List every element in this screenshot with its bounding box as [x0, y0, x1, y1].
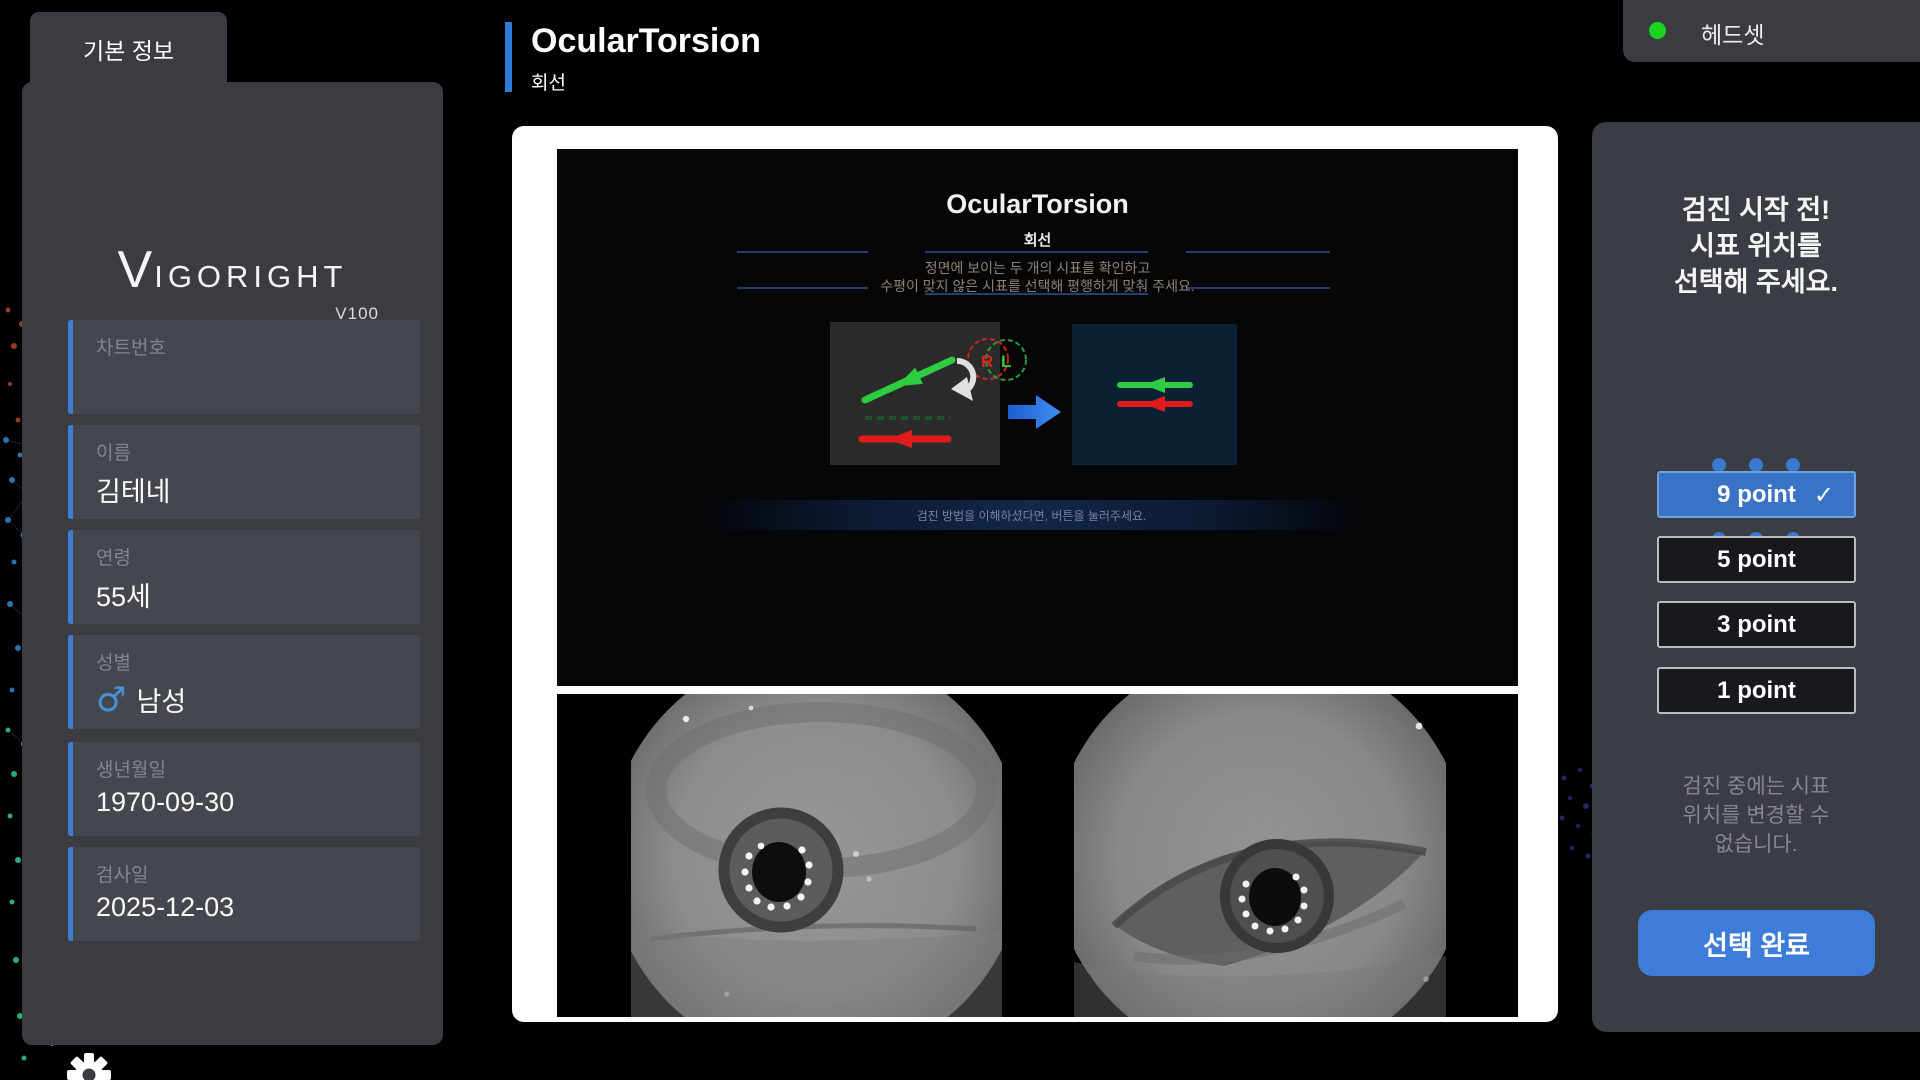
field-label: 차트번호 [96, 333, 166, 360]
field-value: 김테네 [96, 470, 171, 509]
headset-connected-indicator [1649, 22, 1666, 39]
panel-heading-line3: 선택해 주세요. [1592, 260, 1920, 299]
point-option-1[interactable]: 1 point [1657, 667, 1856, 714]
field-value: 남성 [136, 680, 186, 719]
field-accent-bar [68, 530, 73, 624]
panel-note-line1: 검진 중에는 시표 [1592, 770, 1920, 800]
field-accent-bar [68, 847, 73, 941]
eye-camera-block [557, 694, 1518, 1017]
right-eye-camera-view [631, 694, 1002, 1017]
panel-note-line3: 없습니다. [1592, 828, 1920, 858]
panel-note-line2: 위치를 변경할 수 [1592, 799, 1920, 829]
instruction-line2: 수평이 맞지 않은 시표를 선택해 평행하게 맞춰 주세요. [557, 276, 1518, 296]
headset-label: 헤드셋 [1701, 16, 1764, 50]
screen-footer-bar: 검진 방법을 이해하셨다면, 버튼을 눌러주세요. [718, 500, 1345, 530]
tab-basic-info[interactable]: 기본 정보 [30, 12, 227, 86]
page-subtitle: 회선 [531, 68, 566, 95]
result-arrow-icon [1008, 392, 1064, 432]
app: 기본 정보 VIGORIGHT V100 차트번호 이름 김테네 연령 55세 … [0, 0, 1920, 1080]
grid-dot [1712, 458, 1726, 472]
male-icon: ♂ [96, 683, 126, 717]
right-eye-letter: R [981, 352, 993, 371]
field-label: 검사일 [96, 860, 148, 887]
instruction-line1: 정면에 보이는 두 개의 시표를 확인하고 [557, 258, 1518, 278]
page-title: OcularTorsion [531, 22, 761, 61]
confirm-selection-button[interactable]: 선택 완료 [1638, 910, 1875, 976]
field-label: 생년월일 [96, 755, 166, 782]
screen-title: OcularTorsion [557, 189, 1518, 220]
point-option-label: 5 point [1717, 546, 1796, 574]
panel-heading-line1: 검진 시작 전! [1592, 188, 1920, 227]
field-age[interactable]: 연령 55세 [68, 530, 420, 624]
field-label: 연령 [96, 543, 131, 570]
settings-gear-icon[interactable] [66, 1052, 112, 1080]
screen-subtitle: 회선 [557, 229, 1518, 250]
rotate-arrow-icon [935, 357, 981, 409]
field-label: 성별 [96, 648, 131, 675]
grid-dot [1786, 458, 1800, 472]
field-name[interactable]: 이름 김테네 [68, 425, 420, 519]
panel-heading-line2: 시표 위치를 [1592, 224, 1920, 263]
field-value: 1970-09-30 [96, 787, 234, 818]
point-option-5[interactable]: 5 point [1657, 536, 1856, 583]
screen-footer-note: 검진 방법을 이해하셨다면, 버튼을 눌러주세요. [917, 507, 1147, 524]
aligned-target-graphic [1072, 324, 1237, 465]
field-value: 2025-12-03 [96, 892, 234, 923]
vr-preview-screen: OcularTorsion 회선 정면에 보이는 두 개의 시표를 확인하고 수… [557, 149, 1518, 686]
left-eye-camera-view [1074, 694, 1446, 1017]
divider-line [925, 251, 1148, 253]
logo-initial: V [118, 241, 155, 299]
field-value: 55세 [96, 575, 151, 614]
point-option-9[interactable]: 9 point ✓ [1657, 471, 1856, 518]
divider-line [1186, 251, 1330, 253]
headset-status: 헤드셋 [1623, 0, 1920, 62]
field-birthdate[interactable]: 생년월일 1970-09-30 [68, 742, 420, 836]
point-option-3[interactable]: 3 point [1657, 601, 1856, 648]
field-accent-bar [68, 635, 73, 729]
left-eye-letter: L [1001, 352, 1011, 371]
target-point-panel: 검진 시작 전! 시표 위치를 선택해 주세요. 9 point ✓ 5 poi… [1592, 122, 1920, 1032]
field-label: 이름 [96, 438, 131, 465]
main-panel: OcularTorsion 회선 정면에 보이는 두 개의 시표를 확인하고 수… [512, 126, 1558, 1022]
field-accent-bar [68, 425, 73, 519]
point-option-label: 9 point [1717, 481, 1796, 509]
grid-dot [1749, 458, 1763, 472]
patient-sidebar: VIGORIGHT V100 차트번호 이름 김테네 연령 55세 성별 ♂ 남… [22, 82, 443, 1045]
confirm-button-label: 선택 완료 [1703, 924, 1810, 963]
field-accent-bar [68, 742, 73, 836]
header-accent-bar [505, 22, 512, 92]
check-icon: ✓ [1814, 481, 1834, 509]
vigoright-logo: VIGORIGHT [22, 240, 443, 300]
field-gender[interactable]: 성별 ♂ 남성 [68, 635, 420, 729]
field-accent-bar [68, 320, 73, 414]
tab-basic-info-label: 기본 정보 [83, 32, 174, 66]
logo-rest: IGORIGHT [154, 259, 347, 294]
point-option-label: 3 point [1717, 611, 1796, 639]
point-option-label: 1 point [1717, 677, 1796, 705]
field-exam-date[interactable]: 검사일 2025-12-03 [68, 847, 420, 941]
divider-line [737, 251, 868, 253]
field-chart-number[interactable]: 차트번호 [68, 320, 420, 414]
